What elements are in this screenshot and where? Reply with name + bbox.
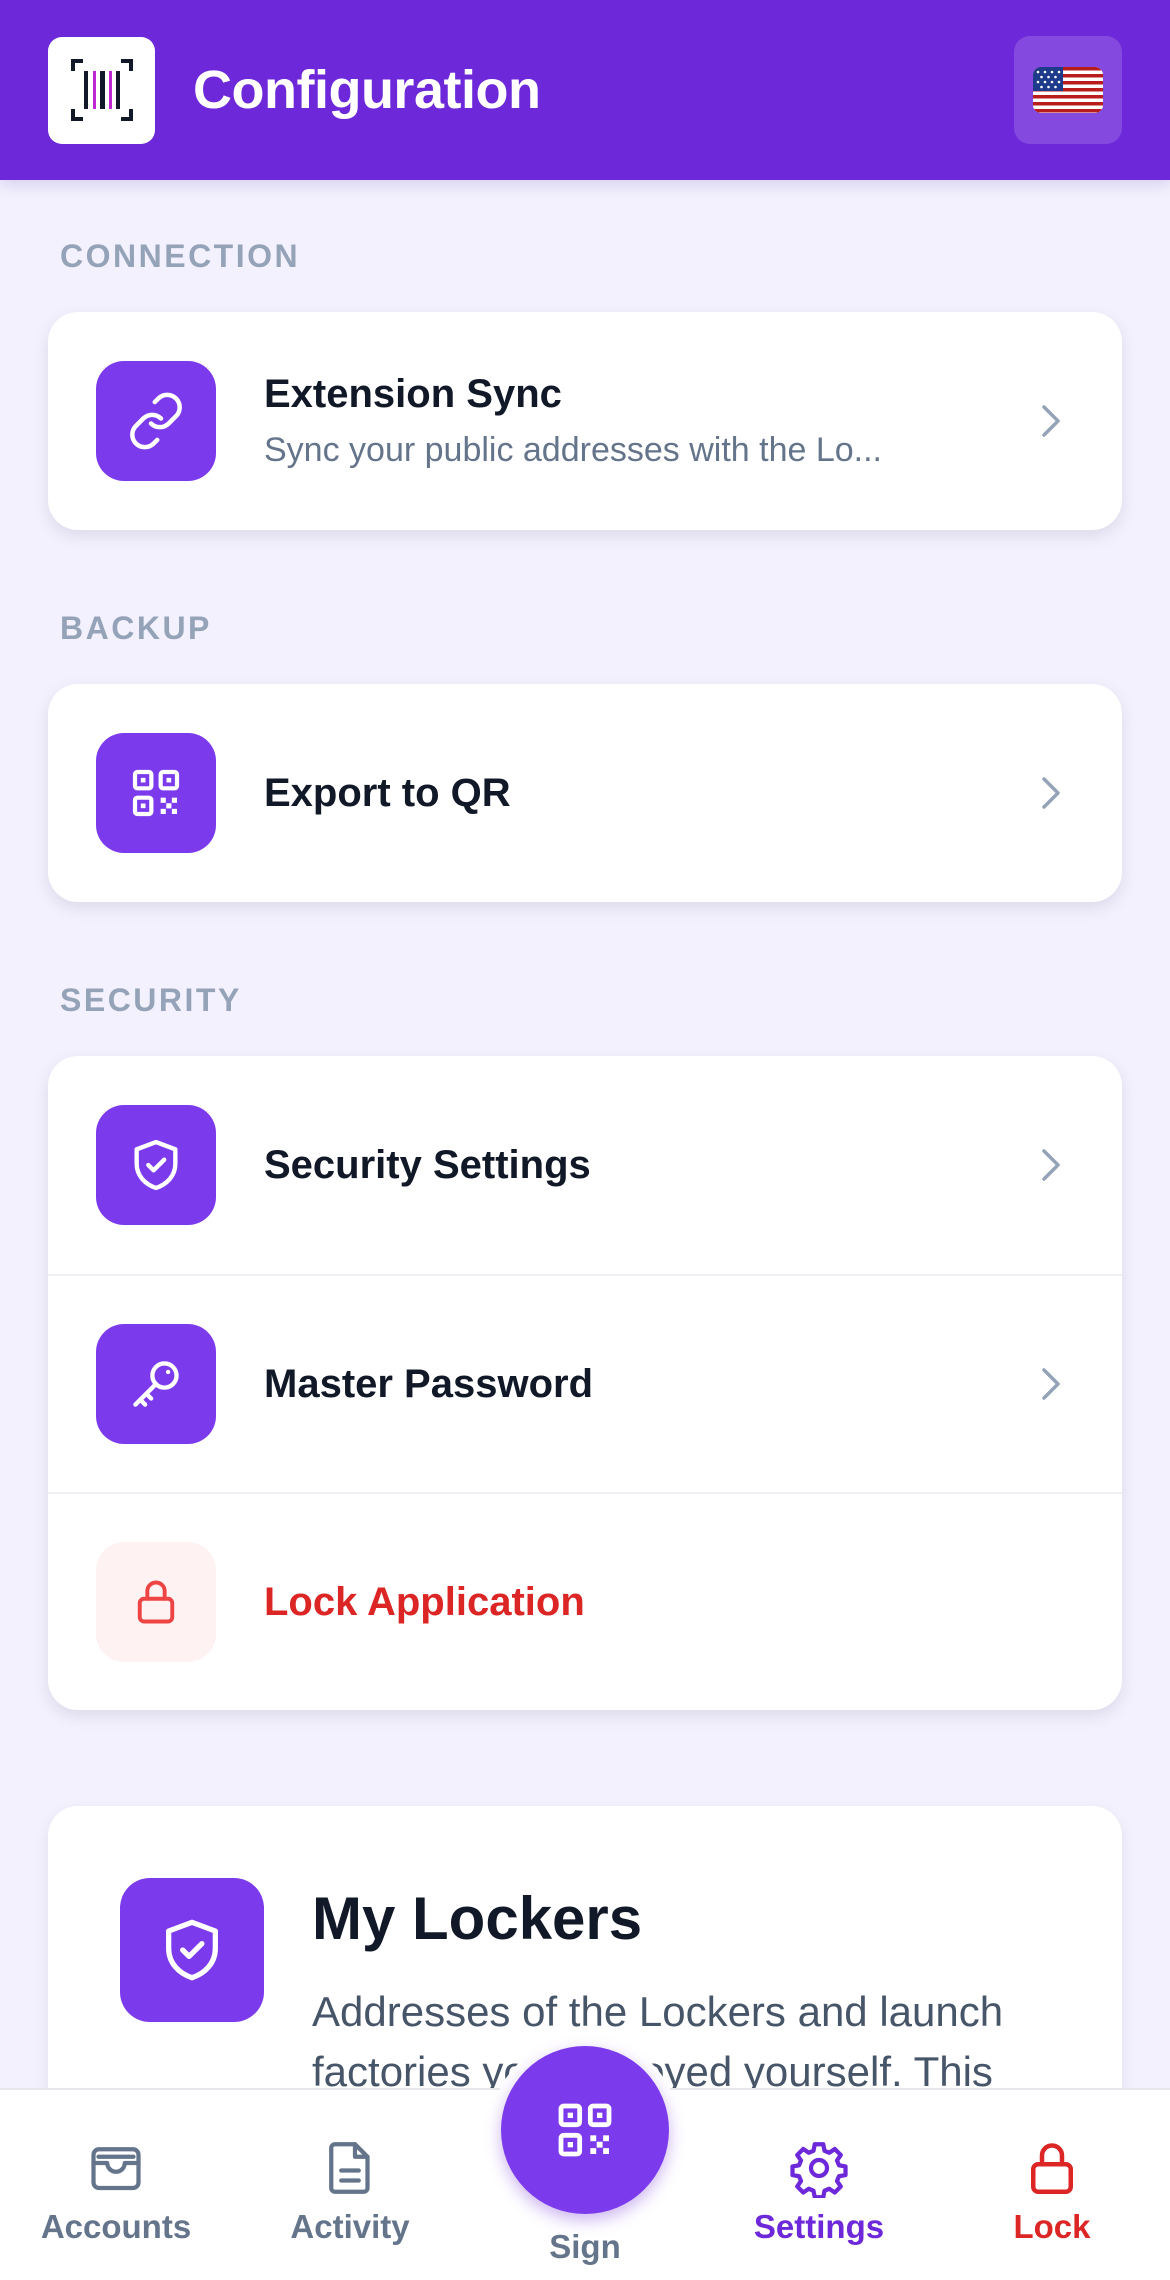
us-flag-icon bbox=[1033, 67, 1103, 113]
nav-activity-label: Activity bbox=[290, 2208, 410, 2245]
nav-settings[interactable]: Settings bbox=[729, 2090, 909, 2280]
chevron-right-icon bbox=[1042, 1368, 1060, 1400]
bottom-nav: Accounts Activity Sign Settings Lock bbox=[0, 2036, 1170, 2280]
security-settings-title: Security Settings bbox=[264, 1142, 591, 1187]
wallet-icon bbox=[91, 2147, 141, 2191]
nav-lock[interactable]: Lock bbox=[962, 2090, 1142, 2280]
app-header: Configuration bbox=[0, 0, 1170, 180]
nav-accounts[interactable]: Accounts bbox=[26, 2090, 206, 2280]
qr-code-icon bbox=[96, 733, 216, 853]
configuration-screen: Configuration CONNECTION Extension Sync … bbox=[0, 0, 1170, 2280]
key-icon bbox=[96, 1324, 216, 1444]
backup-card: Export to QR bbox=[48, 684, 1122, 902]
section-label-backup: BACKUP bbox=[60, 610, 212, 646]
qr-code-icon bbox=[558, 2103, 612, 2157]
shield-check-icon bbox=[96, 1105, 216, 1225]
shield-check-icon bbox=[120, 1878, 264, 2022]
sign-button[interactable] bbox=[501, 2046, 669, 2214]
connection-card: Extension Sync Sync your public addresse… bbox=[48, 312, 1122, 530]
my-lockers-description: Addresses of the Lockers and launch fact… bbox=[312, 1988, 1004, 2095]
security-settings-row[interactable]: Security Settings bbox=[48, 1056, 1122, 1274]
master-password-title: Master Password bbox=[264, 1361, 594, 1406]
nav-lock-label: Lock bbox=[1013, 2208, 1091, 2245]
lock-application-title: Lock Application bbox=[264, 1579, 585, 1624]
extension-sync-row[interactable]: Extension Sync Sync your public addresse… bbox=[48, 312, 1122, 530]
lock-icon bbox=[1031, 2143, 1073, 2194]
chevron-right-icon bbox=[1042, 405, 1060, 437]
language-button[interactable] bbox=[1014, 36, 1122, 144]
export-to-qr-row[interactable]: Export to QR bbox=[48, 684, 1122, 902]
page-title: Configuration bbox=[193, 60, 541, 120]
extension-sync-title: Extension Sync bbox=[264, 372, 562, 416]
nav-activity[interactable]: Activity bbox=[260, 2090, 440, 2280]
nav-accounts-label: Accounts bbox=[40, 2208, 192, 2245]
chevron-right-icon bbox=[1042, 777, 1060, 809]
lock-icon bbox=[96, 1542, 216, 1662]
barcode-logo-icon bbox=[48, 36, 155, 144]
section-label-connection: CONNECTION bbox=[60, 238, 301, 274]
nav-sign-label: Sign bbox=[549, 2228, 621, 2265]
my-lockers-title: My Lockers bbox=[312, 1885, 643, 1952]
nav-settings-label: Settings bbox=[753, 2208, 885, 2245]
chevron-right-icon bbox=[1042, 1149, 1060, 1181]
export-to-qr-title: Export to QR bbox=[264, 770, 511, 815]
security-card: Security Settings Master Password Lock A… bbox=[48, 1056, 1122, 1710]
lock-application-row[interactable]: Lock Application bbox=[48, 1492, 1122, 1710]
extension-sync-subtitle: Sync your public addresses with the Lo..… bbox=[264, 431, 882, 469]
link-icon bbox=[96, 361, 216, 481]
master-password-row[interactable]: Master Password bbox=[48, 1274, 1122, 1492]
gear-icon bbox=[790, 2142, 848, 2198]
document-icon bbox=[329, 2142, 370, 2194]
section-label-security: SECURITY bbox=[60, 982, 242, 1018]
